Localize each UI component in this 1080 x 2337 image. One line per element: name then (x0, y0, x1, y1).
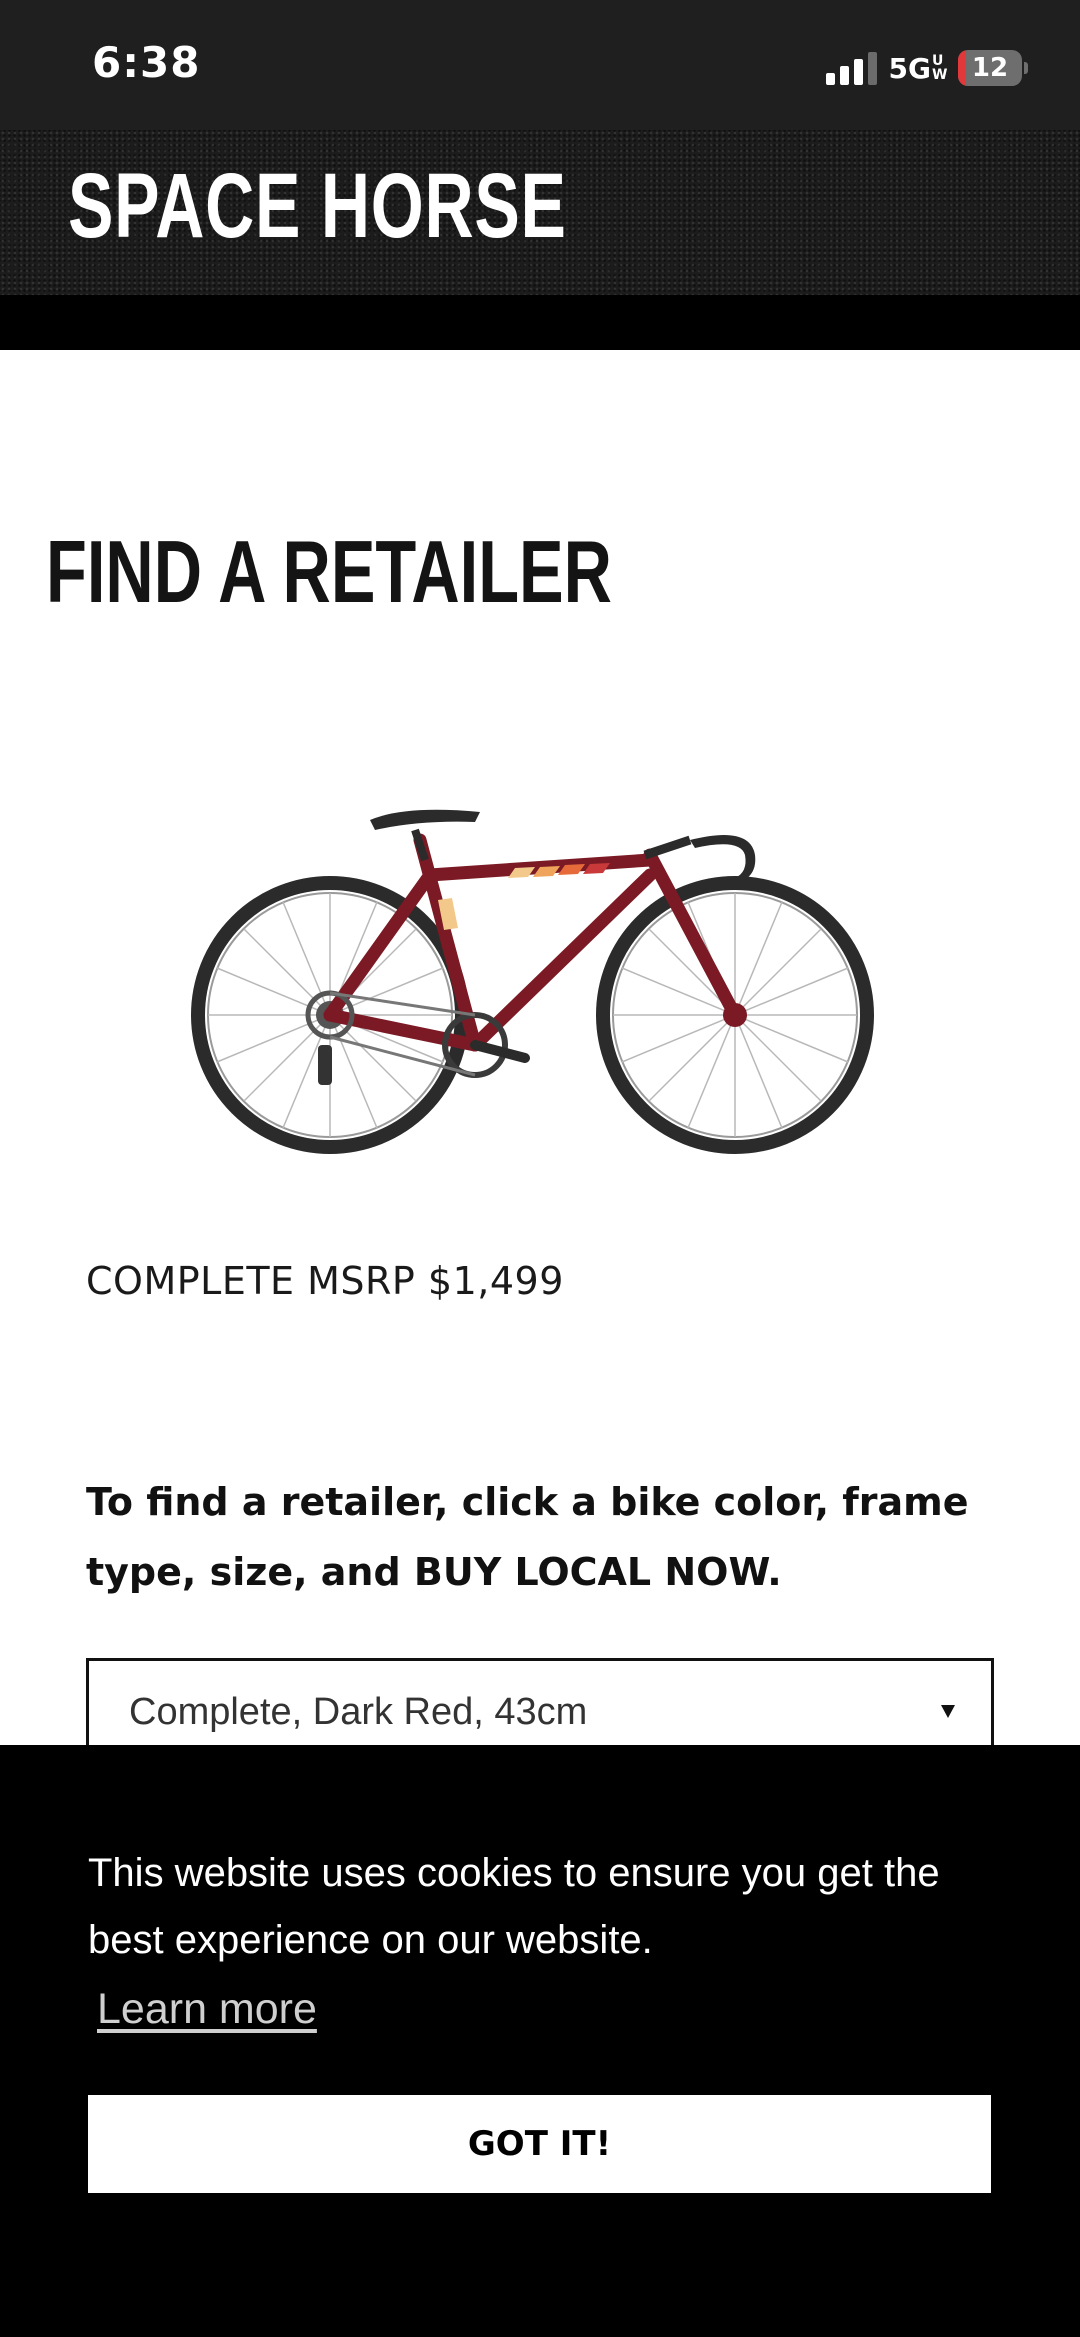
saddle (370, 809, 480, 830)
signal-icon (825, 51, 877, 85)
signal-bar (839, 66, 849, 85)
battery-icon: 12 (958, 50, 1022, 86)
battery-level: 12 (971, 53, 1009, 83)
status-bar: 6:38 5G UW 12 (0, 0, 1080, 130)
site-header: SPACE HORSE (0, 130, 1080, 295)
accept-cookies-button[interactable]: GOT IT! (88, 2095, 991, 2193)
network-suffix: UW (932, 52, 948, 83)
msrp-price: COMPLETE MSRP $1,499 (86, 1259, 564, 1303)
network-type: 5G (888, 51, 931, 85)
bike-image (191, 809, 874, 1154)
status-time: 6:38 (92, 38, 201, 87)
battery-fill (958, 50, 966, 86)
battery-tip (1024, 62, 1028, 74)
cookie-message: This website uses cookies to ensure you … (88, 1851, 940, 1962)
variant-select-value[interactable]: Complete, Dark Red, 43cm (129, 1691, 587, 1734)
cookie-banner: This website uses cookies to ensure you … (0, 1745, 1080, 2337)
header-divider-strip (0, 295, 1080, 350)
status-indicators: 5G UW 12 (825, 48, 1028, 88)
retailer-instructions: To find a retailer, click a bike color, … (86, 1480, 969, 1594)
signal-bar (867, 52, 877, 85)
brand-logo[interactable]: SPACE HORSE (68, 160, 567, 252)
dropdown-arrow-icon[interactable] (941, 1705, 955, 1718)
signal-bar (853, 59, 863, 85)
learn-more-link[interactable]: Learn more (97, 1985, 317, 2034)
signal-bar (825, 73, 835, 85)
page-title: FIND A RETAILER (46, 522, 612, 621)
network-indicator: 5G UW (888, 51, 948, 85)
